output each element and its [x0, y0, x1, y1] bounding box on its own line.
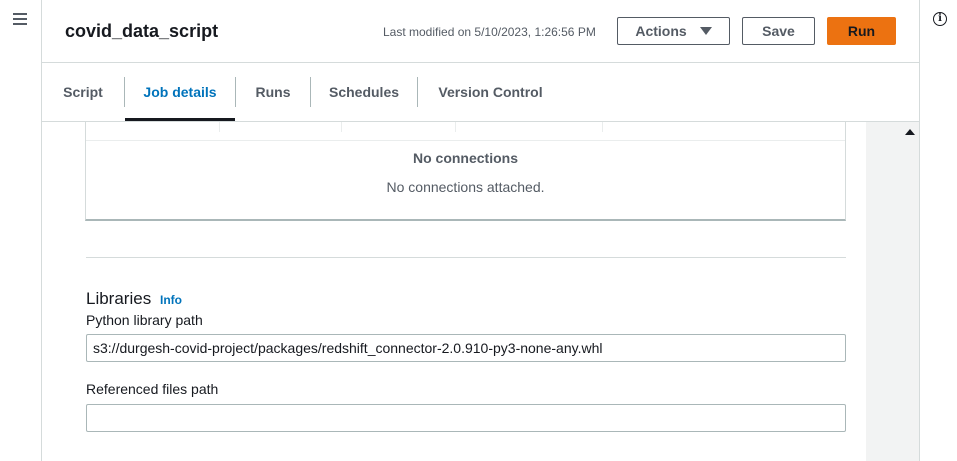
tab-script[interactable]: Script	[42, 63, 124, 121]
tab-job-details[interactable]: Job details	[125, 63, 235, 121]
job-details-panel: No connections No connections attached. …	[42, 122, 866, 461]
actions-button[interactable]: Actions	[617, 17, 730, 45]
save-button[interactable]: Save	[742, 17, 815, 45]
scroll-up-arrow-icon[interactable]	[905, 129, 915, 135]
hamburger-icon[interactable]	[13, 13, 27, 25]
empty-state-title: No connections	[412, 150, 518, 166]
column-divider	[602, 122, 603, 132]
empty-state-message: No connections attached.	[386, 179, 545, 195]
referenced-files-path-input[interactable]	[86, 404, 846, 432]
run-button[interactable]: Run	[827, 17, 896, 45]
tab-runs[interactable]: Runs	[236, 63, 310, 121]
left-navigation-rail	[0, 0, 42, 461]
caret-down-icon	[699, 27, 712, 35]
libraries-info-link[interactable]: Info	[160, 293, 182, 307]
python-library-path-label: Python library path	[86, 312, 203, 328]
connections-table-header	[86, 122, 845, 141]
page-header: covid_data_script Last modified on 5/10/…	[42, 0, 919, 63]
column-divider	[341, 122, 342, 132]
actions-button-label: Actions	[635, 23, 687, 39]
last-modified-text: Last modified on 5/10/2023, 1:26:56 PM	[383, 25, 596, 39]
info-circle-icon[interactable]: i	[933, 12, 947, 26]
section-divider	[86, 257, 846, 258]
libraries-heading: Libraries	[86, 289, 152, 308]
tab-version-control[interactable]: Version Control	[418, 63, 563, 121]
python-library-path-input[interactable]	[86, 334, 846, 362]
tab-schedules[interactable]: Schedules	[311, 63, 417, 121]
page-title: covid_data_script	[65, 21, 219, 41]
right-tools-rail: i	[919, 0, 957, 461]
connections-table: No connections No connections attached.	[85, 122, 846, 221]
column-divider	[219, 122, 220, 132]
referenced-files-path-label: Referenced files path	[86, 381, 219, 397]
column-divider	[455, 122, 456, 132]
scrollbar-track[interactable]	[866, 122, 919, 461]
tab-bar: Script Job details Runs Schedules Versio…	[42, 63, 919, 122]
